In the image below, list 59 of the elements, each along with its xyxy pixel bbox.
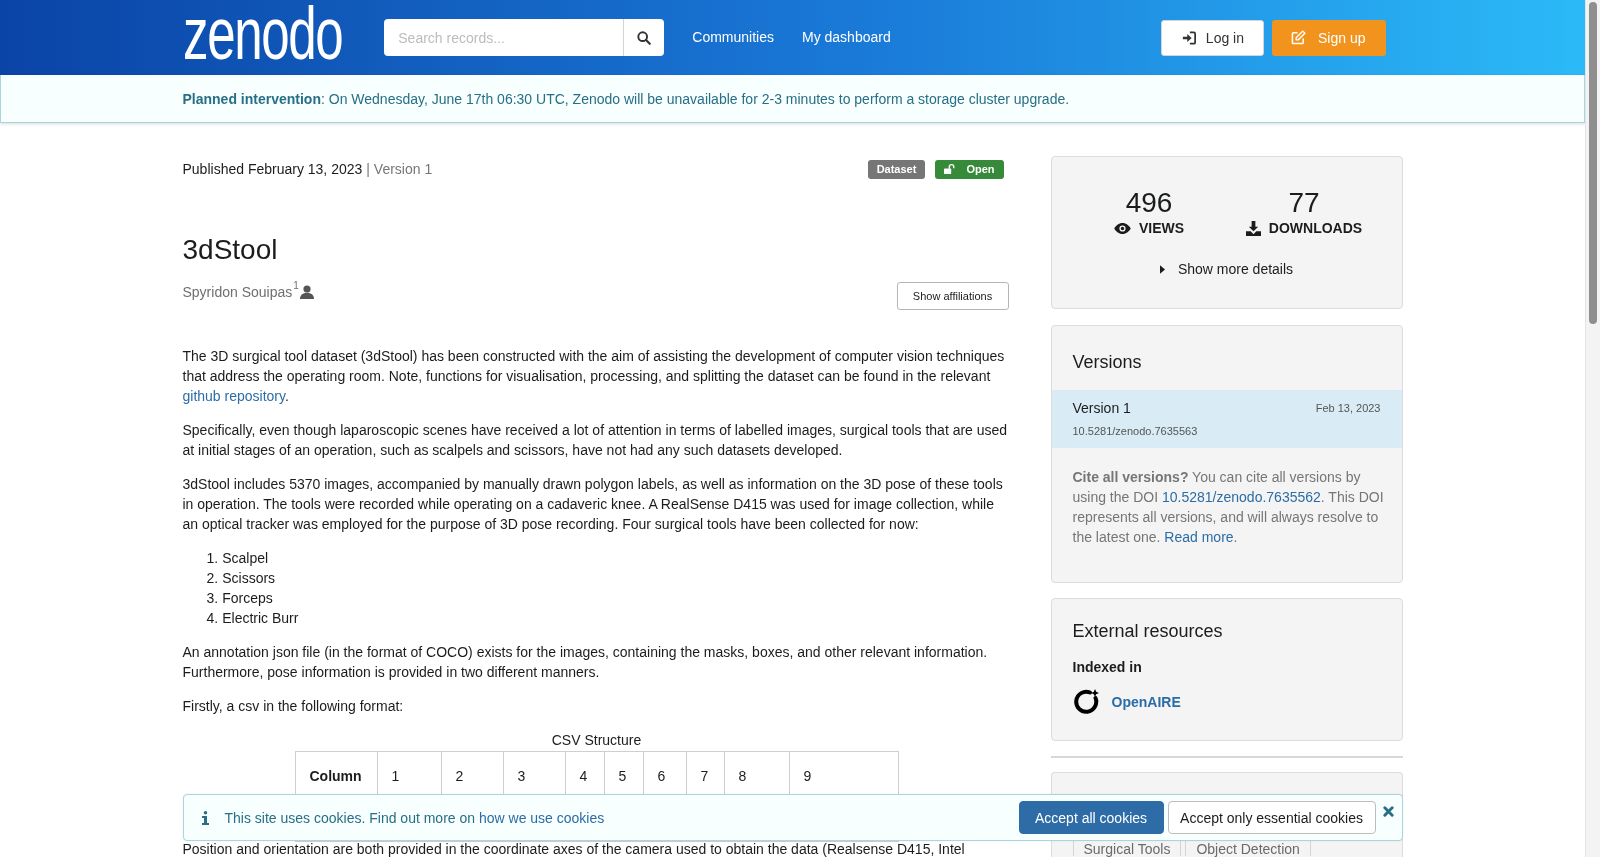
section-title: External resources	[1072, 620, 1224, 643]
description-paragraph: Position and orientation are both provided in the coordinate axes of the camera used to obtain the data (Realsense D415, Intel	[182, 842, 966, 856]
version-label: Version 1	[1072, 399, 1131, 418]
publication-date: Published February 13, 2023	[182, 160, 363, 179]
eye-icon	[1113, 222, 1131, 234]
section-title: Versions	[1071, 351, 1143, 374]
creator-name[interactable]: Spyridon Souipas	[182, 282, 293, 302]
text-link[interactable]: Read more	[1164, 529, 1234, 545]
resource-type-badge: Dataset	[867, 159, 926, 179]
announcement-text: Planned intervention: On Wednesday, June 17th 06:30 UTC, Zenodo will be unavailable for 2-3 minutes to perform a storage cluster upgrade.	[182, 89, 1071, 109]
description-paragraph: The 3D surgical tool dataset (3dStool) has been constructed with the aim of assisting the development of computer vision techniques that address the operating room. Note, functions for visualisation, processing, and splitting the dataset can be found in the relevant github repository.	[182, 347, 1006, 406]
description-paragraph: An annotation json file (in the format of COCO) exists for the images, containing the masks, boxes, and other relevant information. Furthermore, pose information is provided in two different manners.	[182, 643, 989, 682]
info-icon	[201, 810, 209, 825]
stat-value: 496	[1125, 188, 1173, 218]
section-subtitle: Indexed in	[1072, 658, 1143, 677]
close-icon[interactable]	[1382, 806, 1394, 817]
stat-label: DOWNLOADS	[1268, 219, 1363, 238]
stat-label: VIEWS	[1138, 219, 1185, 238]
resource-link[interactable]: OpenAIRE	[1111, 692, 1181, 712]
site-logo[interactable]: zenodo	[182, 3, 342, 64]
search-icon	[637, 30, 652, 45]
stat-value: 77	[1288, 188, 1320, 218]
scrollbar[interactable]	[1585, 0, 1600, 857]
text-link[interactable]: github repository	[182, 388, 285, 404]
description-paragraph: Specifically, even though laparoscopic scenes have received a lot of attention in terms of labelled images, surgical tools that are used at initial stages of an operation, such as scalpels and scissors, have not had any such datasets developed.	[182, 421, 1009, 460]
nav-link[interactable]: Communities	[692, 26, 774, 47]
table-caption: CSV Structure	[550, 731, 643, 750]
log-in-button[interactable]: Log in	[1160, 19, 1264, 56]
access-badge: Open	[935, 159, 1004, 179]
version-text: | Version 1	[366, 160, 433, 179]
unlocked-padlock-icon	[944, 163, 956, 175]
circle-arc-icon	[1072, 689, 1099, 715]
download-icon	[1245, 220, 1261, 236]
accept-all-button[interactable]: Accept all cookies	[1018, 801, 1164, 834]
show-affiliations-button[interactable]: Show affiliations	[896, 282, 1009, 310]
text-link[interactable]: how we use cookies	[478, 809, 605, 826]
list-item: 4. Electric Burr	[206, 609, 300, 628]
version-doi: 10.5281/zenodo.7635563	[1072, 424, 1199, 439]
list-item: 2. Scissors	[206, 569, 277, 588]
record-title: 3dStool	[182, 233, 279, 267]
details-toggle[interactable]: Show more details	[1159, 259, 1294, 279]
accept-essential-button[interactable]: Accept only essential cookies	[1167, 801, 1376, 834]
search-button[interactable]	[623, 19, 665, 56]
description-paragraph: Firstly, a csv in the following format:	[182, 697, 405, 716]
pencil-square-icon	[1291, 30, 1306, 45]
scrollbar-thumb[interactable]	[1589, 2, 1597, 324]
text-link[interactable]: 10.5281/zenodo.7635562	[1162, 489, 1321, 505]
version-date: Feb 13, 2023	[1315, 401, 1381, 416]
sign-in-arrow-icon	[1181, 30, 1196, 45]
list-item: 3. Forceps	[206, 589, 274, 608]
cookie-notice: This site uses cookies. Find out more on how we use cookies	[224, 808, 605, 828]
affiliation-number: 1	[293, 281, 299, 291]
search-field[interactable]: Search records...	[384, 19, 624, 56]
version-item[interactable]: Version 1 Feb 13, 2023 10.5281/zenodo.7635563	[1051, 390, 1402, 448]
person-icon	[299, 285, 314, 299]
list-item: 1. Scalpel	[206, 549, 270, 568]
nav-link[interactable]: My dashboard	[802, 26, 891, 47]
cite-note: Cite all versions? You can cite all versions by using the DOI 10.5281/zenodo.7635562. This DOI represents all versions, and will always resolve to the latest one. Read more.	[1072, 468, 1385, 547]
description-paragraph: 3dStool includes 5370 images, accompanied by manually drawn polygon labels, as well as information on the 3D pose of these tools in operation. The tools were recorded while operating on a cadaveric knee. A RealSense D415 was used for image collection, while an optical tracker was employed for the purpose of 3D pose recording. Four surgical tools have been collected for now:	[182, 475, 1004, 534]
